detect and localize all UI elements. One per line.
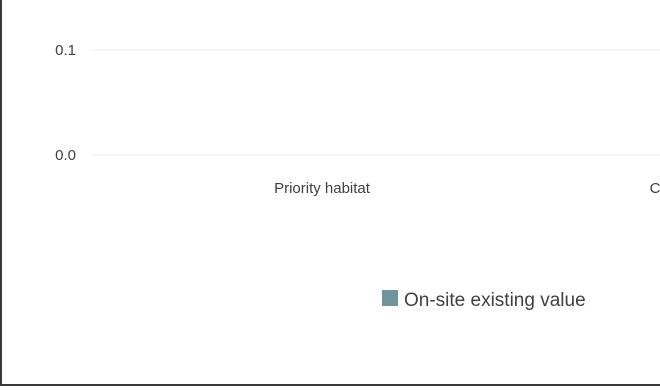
bar-chart: 0.1 0.0 Priority habitat C On-site existin… (55, 42, 660, 311)
x-tick-label: C (650, 180, 660, 197)
legend-label-on-site-existing-value: On-site existing value (404, 290, 586, 311)
legend: On-site existing value (382, 290, 586, 311)
x-tick-label: Priority habitat (274, 180, 371, 197)
y-tick-label: 0.0 (55, 147, 76, 164)
y-axis-ticks: 0.1 0.0 (55, 42, 76, 164)
x-axis-ticks: Priority habitat C (274, 180, 660, 197)
y-tick-label: 0.1 (55, 42, 76, 59)
gridlines (93, 49, 660, 156)
legend-swatch (382, 290, 398, 306)
